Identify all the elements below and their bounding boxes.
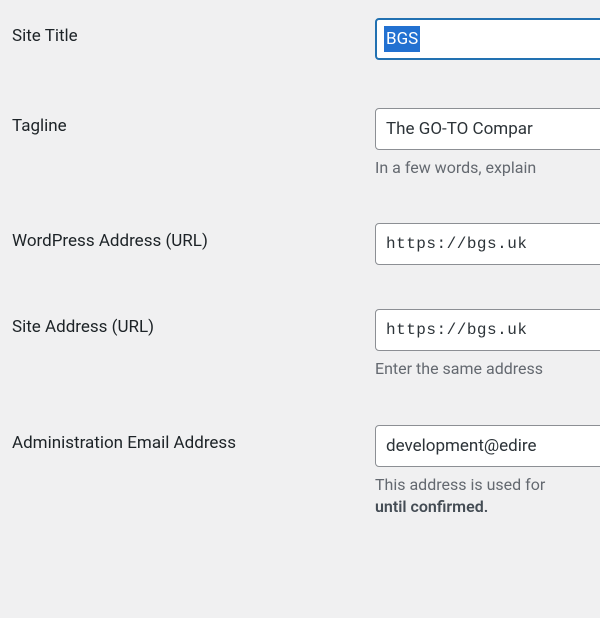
site-title-label: Site Title xyxy=(0,18,375,46)
general-settings-form: Site Title BGS Tagline In a few words, e… xyxy=(0,18,600,519)
wp-url-input[interactable] xyxy=(375,223,600,265)
site-url-input[interactable] xyxy=(375,309,600,351)
site-url-label: Site Address (URL) xyxy=(0,309,375,337)
wp-url-row: WordPress Address (URL) xyxy=(0,223,600,265)
admin-email-row: Administration Email Address This addres… xyxy=(0,425,600,519)
admin-email-label: Administration Email Address xyxy=(0,425,375,453)
admin-email-input[interactable] xyxy=(375,425,600,467)
tagline-label: Tagline xyxy=(0,108,375,136)
site-url-row: Site Address (URL) Enter the same addres… xyxy=(0,309,600,380)
site-title-row: Site Title BGS xyxy=(0,18,600,60)
site-url-description: Enter the same address xyxy=(375,358,600,380)
tagline-description: In a few words, explain xyxy=(375,157,600,179)
site-title-input[interactable] xyxy=(375,18,600,60)
tagline-input[interactable] xyxy=(375,108,600,150)
tagline-row: Tagline In a few words, explain xyxy=(0,108,600,179)
admin-email-description: This address is used for until confirmed… xyxy=(375,474,600,519)
wp-url-label: WordPress Address (URL) xyxy=(0,223,375,251)
